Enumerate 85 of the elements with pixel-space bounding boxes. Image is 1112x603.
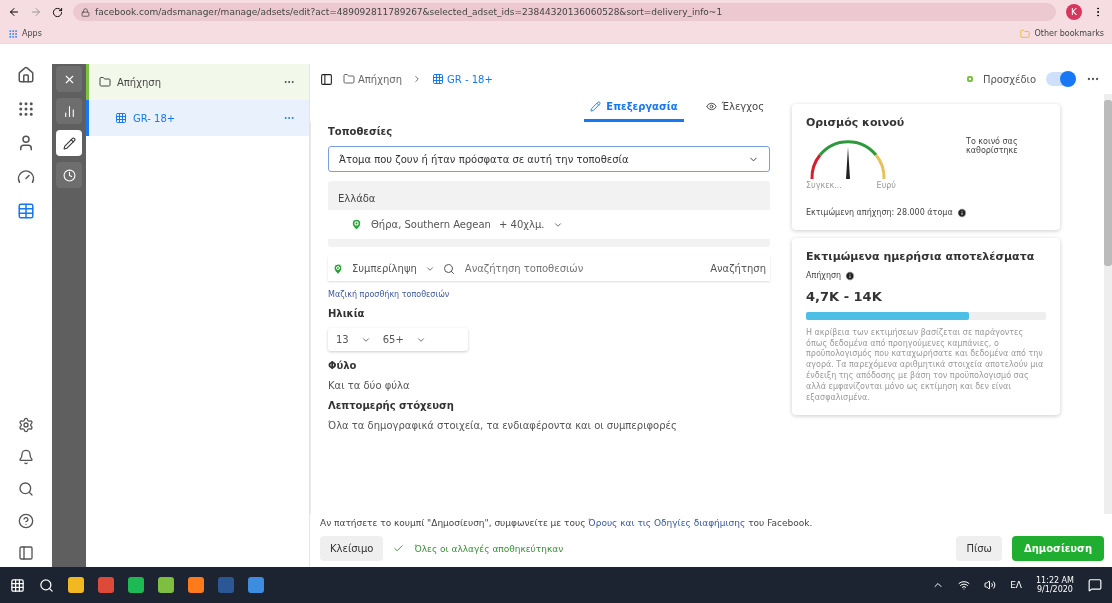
panel-icon[interactable] xyxy=(320,72,333,86)
check-icon xyxy=(393,543,405,554)
bookmark-link[interactable]: Other bookmarks xyxy=(1034,29,1104,38)
bookmark-link[interactable]: Apps xyxy=(22,29,42,38)
terms-text: Αν πατήσετε το κουμπί "Δημοσίευση", συμφωνείτε με τους Όρους και τις Οδηγίες διαφήμισης του Facebook. xyxy=(320,518,814,528)
volume-icon[interactable] xyxy=(984,579,997,591)
radius-select[interactable]: + 40χλμ. xyxy=(498,219,545,230)
url-text: facebook.com/adsmanager/manage/adsets/edit?act=489092811789267&selected_adset_ids=23844320136060528&sort=delivery_info~1 xyxy=(95,7,723,17)
grid-icon xyxy=(115,112,127,124)
include-select[interactable]: Συμπερίληψη xyxy=(352,263,417,274)
audience-note: Το κοινό σας καθορίστηκε xyxy=(966,137,1019,157)
section-title: Λεπτομερής στόχευση xyxy=(328,400,455,411)
back-button[interactable]: Πίσω xyxy=(956,536,1002,561)
tree-item[interactable]: Απήχηση xyxy=(86,64,309,100)
grid-icon[interactable] xyxy=(17,100,35,118)
chart-icon xyxy=(62,104,76,118)
age-max[interactable]: 65+ xyxy=(382,334,404,345)
gauge-label: Ευρύ xyxy=(876,181,896,192)
back-icon[interactable] xyxy=(8,6,20,18)
scrollbar-thumb[interactable] xyxy=(1104,100,1112,266)
apps-icon xyxy=(8,28,18,39)
grid-icon xyxy=(432,73,444,85)
card-title: Εκτιμώμενα ημερήσια αποτελέσματα xyxy=(806,249,1036,263)
card-title: Ορισμός κοινού xyxy=(806,116,906,129)
reach-range: 4,7K - 14K xyxy=(806,288,883,304)
place-name: Θήρα, Southern Aegean xyxy=(371,219,491,230)
metric-label: Απήχηση xyxy=(806,271,842,281)
info-icon[interactable] xyxy=(845,270,856,281)
language-indicator[interactable]: ΕΛ xyxy=(1010,580,1022,590)
targeting-value: Όλα τα δημογραφικά στοιχεία, τα ενδιαφέροντα και οι συμπεριφορές xyxy=(328,420,678,431)
bulk-add-link[interactable]: Μαζική προσθήκη τοποθεσιών xyxy=(328,290,770,299)
panel-icon[interactable] xyxy=(18,545,34,561)
tool-button[interactable] xyxy=(56,162,82,188)
start-icon[interactable] xyxy=(10,577,25,593)
chevron-icon xyxy=(412,74,422,84)
folder-icon xyxy=(99,76,111,88)
location-select[interactable]: Άτομα που ζουν ή ήταν πρόσφατα σε αυτή την τοποθεσία xyxy=(328,146,770,172)
help-icon[interactable] xyxy=(18,513,34,529)
section-title: Φύλο xyxy=(328,360,358,371)
section-title: Τοποθεσίες xyxy=(328,126,394,137)
address-bar[interactable]: facebook.com/adsmanager/manage/adsets/edit?act=489092811789267&selected_adset_ids=23844320136060528&sort=delivery_info~1 xyxy=(73,3,1056,21)
folder-icon xyxy=(343,73,355,85)
table-icon[interactable] xyxy=(17,202,35,220)
reach-estimate: Εκτιμώμενη απήχηση: 28.000 άτομα xyxy=(806,208,953,218)
tab[interactable]: Επεξεργασία xyxy=(584,94,684,122)
saved-message: Όλες οι αλλαγές αποθηκεύτηκαν xyxy=(414,543,564,554)
search-icon[interactable] xyxy=(39,577,54,593)
pin-icon xyxy=(332,262,344,275)
bell-icon[interactable] xyxy=(18,449,34,465)
disclaimer-text: Η ακρίβεια των εκτιμήσεων βασίζεται σε παράγοντες όπως δεδομένα από προηγούμενες καμπάνιες, ο προϋπολογισμός που καταχωρήσατε και δεδομένα από την αγορά. Τα παρεχόμενα αριθμητικά στοιχεία αποτελούν μια ένδειξη της απόδοσης με βάση τον προϋπολογισμό σας αλλά εμφανίζονται μόνο ως εκτίμηση και δεν είναι εξασφαλισμένα. xyxy=(806,327,1045,404)
age-range[interactable]: 13 65+ xyxy=(328,328,468,351)
search-icon xyxy=(442,262,455,275)
clock-icon xyxy=(62,168,76,182)
avatar-icon[interactable] xyxy=(17,134,35,152)
section-title: Ηλικία xyxy=(328,308,366,319)
reload-icon[interactable] xyxy=(52,6,63,18)
home-icon[interactable] xyxy=(17,66,35,84)
pin-icon xyxy=(350,218,363,231)
toggle-switch[interactable] xyxy=(1046,72,1076,86)
tab[interactable]: Έλεγχος xyxy=(699,94,770,122)
country-label: Ελλάδα xyxy=(337,192,377,206)
profile-avatar[interactable]: K xyxy=(1066,4,1082,20)
close-button[interactable]: Κλείσιμο xyxy=(320,536,384,561)
info-icon[interactable] xyxy=(956,207,967,218)
age-min[interactable]: 13 xyxy=(336,334,349,345)
tree-item[interactable]: GR- 18+ xyxy=(86,100,309,136)
gauge-label: Συγκεκ... xyxy=(806,181,842,192)
breadcrumb-link[interactable]: GR - 18+ xyxy=(432,73,493,85)
pencil-icon xyxy=(62,136,76,150)
settings-icon[interactable] xyxy=(18,417,34,433)
search-button[interactable]: Αναζήτηση xyxy=(710,263,766,274)
pencil-icon xyxy=(590,101,602,112)
gender-value: Και τα δύο φύλα xyxy=(328,380,411,391)
clock[interactable]: 11:22 AM 9/1/2020 xyxy=(1036,576,1074,594)
terms-link[interactable]: Όρους και τις Οδηγίες διαφήμισης xyxy=(588,518,746,528)
status-label: Προσχέδιο xyxy=(982,73,1036,85)
wifi-icon[interactable] xyxy=(958,579,971,591)
lock-icon xyxy=(81,7,90,17)
breadcrumb-link[interactable]: Απήχηση xyxy=(343,73,402,85)
notification-icon[interactable] xyxy=(1088,578,1102,592)
search-icon[interactable] xyxy=(18,481,34,497)
gauge-icon[interactable] xyxy=(17,168,35,186)
tool-button[interactable] xyxy=(56,130,82,156)
eye-icon xyxy=(705,101,717,112)
folder-icon xyxy=(1020,28,1031,39)
